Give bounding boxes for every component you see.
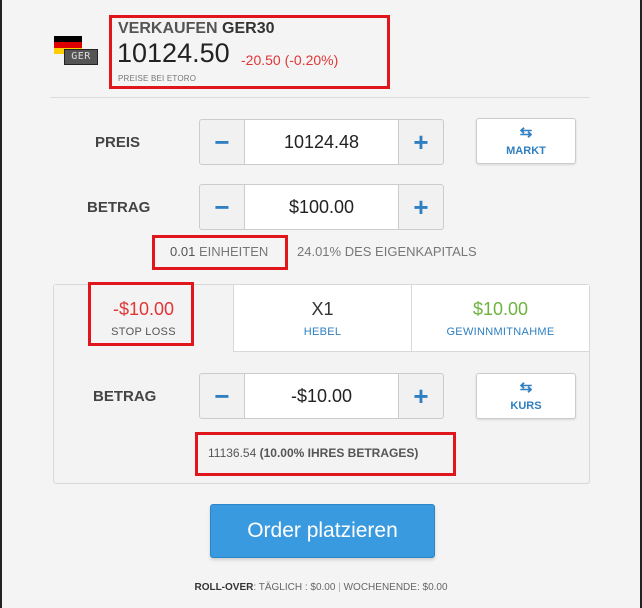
place-order-button[interactable]: Order platzieren bbox=[210, 504, 435, 558]
rate-label: PREIS bbox=[95, 134, 141, 151]
market-button-label: MARKT bbox=[506, 145, 546, 157]
plus-icon: + bbox=[413, 126, 429, 157]
amount-label: BETRAG bbox=[87, 199, 151, 216]
rollover-separator: | bbox=[338, 582, 341, 593]
amount-increase-button[interactable]: + bbox=[398, 184, 444, 230]
swap-arrows-icon: ⇆ bbox=[519, 124, 533, 141]
rate-mode-button[interactable]: ⇆ KURS bbox=[476, 373, 576, 419]
take-profit-value: $10.00 bbox=[472, 298, 529, 319]
tab-take-profit[interactable]: $10.00 GEWINNMITNAHME bbox=[411, 285, 589, 352]
highlight-box bbox=[109, 15, 390, 89]
leverage-label: HEBEL bbox=[303, 325, 342, 338]
swap-arrows-icon: ⇆ bbox=[519, 379, 533, 396]
rollover-weekend: WOCHENENDE: $0.00 bbox=[343, 582, 448, 593]
minus-icon: − bbox=[214, 126, 230, 157]
sl-amount-label: BETRAG bbox=[93, 388, 157, 405]
rate-mode-button-label: KURS bbox=[510, 400, 542, 412]
rate-decrease-button[interactable]: − bbox=[199, 119, 245, 165]
highlight-box bbox=[88, 282, 194, 346]
flag-tag: GER bbox=[64, 49, 98, 65]
highlight-box bbox=[195, 432, 456, 476]
market-button[interactable]: ⇆ MARKT bbox=[476, 118, 576, 164]
window-edge-left bbox=[0, 0, 2, 608]
rollover-info: ROLL-OVER: TÄGLICH : $0.00 | WOCHENENDE:… bbox=[0, 582, 642, 593]
rollover-daily: : TÄGLICH : $0.00 bbox=[253, 582, 336, 593]
sl-amount-input[interactable]: -$10.00 bbox=[245, 373, 398, 419]
germany-flag-icon: GER bbox=[54, 33, 98, 65]
rollover-label: ROLL-OVER bbox=[194, 582, 254, 593]
leverage-value: X1 bbox=[311, 298, 334, 319]
highlight-box bbox=[152, 235, 288, 270]
sl-decrease-button[interactable]: − bbox=[199, 373, 245, 419]
plus-icon: + bbox=[413, 380, 429, 411]
amount-decrease-button[interactable]: − bbox=[199, 184, 245, 230]
take-profit-label: GEWINNMITNAHME bbox=[446, 325, 555, 338]
rate-input[interactable]: 10124.48 bbox=[245, 119, 398, 165]
header-divider bbox=[50, 97, 590, 98]
minus-icon: − bbox=[214, 380, 230, 411]
amount-input[interactable]: $100.00 bbox=[245, 184, 398, 230]
rate-increase-button[interactable]: + bbox=[398, 119, 444, 165]
equity-percent: 24.01% DES EIGENKAPITALS bbox=[297, 244, 477, 259]
sl-increase-button[interactable]: + bbox=[398, 373, 444, 419]
minus-icon: − bbox=[214, 191, 230, 222]
tab-leverage[interactable]: X1 HEBEL bbox=[233, 285, 411, 352]
plus-icon: + bbox=[413, 191, 429, 222]
